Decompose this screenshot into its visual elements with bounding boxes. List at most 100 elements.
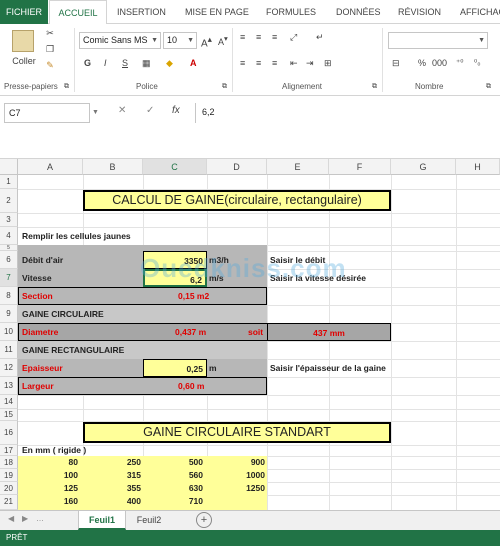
- align-bottom-icon[interactable]: ≡: [272, 32, 277, 42]
- row-header[interactable]: 9: [0, 305, 18, 323]
- row-header[interactable]: 12: [0, 359, 18, 377]
- gaine-circulaire-heading[interactable]: GAINE CIRCULAIRE: [22, 305, 104, 323]
- std-cell[interactable]: 560: [143, 469, 203, 482]
- diametre-label[interactable]: Diametre: [22, 323, 58, 341]
- row-header[interactable]: 1: [0, 175, 18, 189]
- add-sheet-button[interactable]: +: [196, 512, 212, 528]
- section-value[interactable]: 0,15 m2: [178, 287, 209, 305]
- font-size-select[interactable]: 10 ▼: [163, 32, 197, 49]
- tab-affichage[interactable]: AFFICHAGE: [460, 0, 500, 24]
- tab-revision[interactable]: RÉVISION: [398, 0, 441, 24]
- std-cell[interactable]: 630: [143, 482, 203, 495]
- shrink-font-icon[interactable]: A▾: [218, 34, 228, 47]
- std-cell[interactable]: 100: [18, 469, 78, 482]
- row-header[interactable]: 8: [0, 287, 18, 305]
- tab-fichier[interactable]: FICHIER: [0, 0, 48, 24]
- std-cell[interactable]: [207, 495, 265, 508]
- row-header[interactable]: 7: [0, 269, 18, 287]
- instruction-text[interactable]: Remplir les cellules jaunes: [22, 227, 131, 245]
- number-format-select[interactable]: ▼: [388, 32, 488, 49]
- std-cell[interactable]: 125: [18, 482, 78, 495]
- std-cell[interactable]: 400: [83, 495, 141, 508]
- align-left-icon[interactable]: ≡: [240, 58, 245, 68]
- dialog-launcher-icon[interactable]: ⧉: [372, 83, 377, 91]
- formula-input[interactable]: 6,2: [195, 103, 500, 123]
- align-right-icon[interactable]: ≡: [272, 58, 277, 68]
- col-header-a[interactable]: A: [18, 159, 83, 175]
- epaisseur-hint[interactable]: Saisir l'épaisseur de la gaine: [270, 359, 386, 377]
- mm-label[interactable]: En mm ( rigide ): [22, 445, 86, 456]
- row-header[interactable]: 10: [0, 323, 18, 341]
- row-header[interactable]: 21: [0, 495, 18, 510]
- borders-icon[interactable]: ▦: [142, 58, 151, 69]
- currency-icon[interactable]: ⊟: [392, 58, 400, 69]
- debit-label[interactable]: Débit d'air: [22, 251, 63, 269]
- underline-button[interactable]: S: [122, 58, 128, 68]
- std-cell[interactable]: 710: [143, 495, 203, 508]
- col-header-d[interactable]: D: [207, 159, 267, 175]
- tab-insertion[interactable]: INSERTION: [117, 0, 166, 24]
- section-label[interactable]: Section: [22, 287, 53, 305]
- row-header[interactable]: 16: [0, 421, 18, 445]
- tab-formules[interactable]: FORMULES: [266, 0, 316, 24]
- std-cell[interactable]: 500: [143, 456, 203, 469]
- outdent-icon[interactable]: ⇥: [306, 58, 314, 69]
- copy-icon[interactable]: ❐: [44, 44, 56, 55]
- col-header-e[interactable]: E: [267, 159, 329, 175]
- percent-button[interactable]: %: [418, 58, 426, 68]
- name-box[interactable]: C7: [4, 103, 90, 123]
- increase-decimal-icon[interactable]: ⁺⁰: [456, 58, 463, 67]
- std-cell[interactable]: 250: [83, 456, 141, 469]
- row-header[interactable]: 11: [0, 341, 18, 359]
- more-sheets-icon[interactable]: …: [36, 514, 44, 523]
- row-header[interactable]: 17: [0, 445, 18, 456]
- sheet-tab-feuil2[interactable]: Feuil2: [126, 511, 172, 530]
- font-color-icon[interactable]: A: [190, 58, 197, 68]
- tab-donnees[interactable]: DONNÉES: [336, 0, 381, 24]
- align-top-icon[interactable]: ≡: [240, 32, 245, 42]
- bold-button[interactable]: G: [84, 58, 91, 68]
- row-header[interactable]: 19: [0, 469, 18, 482]
- row-header[interactable]: 2: [0, 189, 18, 213]
- diametre-value[interactable]: 0,437 m: [175, 323, 206, 341]
- orientation-icon[interactable]: ⤢: [290, 32, 297, 43]
- row-header[interactable]: 15: [0, 409, 18, 421]
- sheet-title[interactable]: CALCUL DE GAINE(circulaire, rectangulair…: [83, 190, 391, 211]
- vitesse-label[interactable]: Vitesse: [22, 269, 52, 287]
- tab-accueil[interactable]: ACCUEIL: [49, 0, 107, 25]
- name-box-dropdown-icon[interactable]: ▼: [92, 109, 99, 116]
- diametre-mm[interactable]: 437 mm: [267, 323, 391, 341]
- paste-label[interactable]: Coller: [8, 56, 40, 66]
- col-header-h[interactable]: H: [456, 159, 500, 175]
- spreadsheet-grid[interactable]: A B C D E F G H 1 2 3 4 5 6 7 8 9 10 11 …: [0, 159, 500, 510]
- merge-icon[interactable]: ⊞: [324, 58, 332, 69]
- gaine-rectangulaire-heading[interactable]: GAINE RECTANGULAIRE: [22, 341, 124, 359]
- row-header[interactable]: 14: [0, 395, 18, 409]
- row-header[interactable]: 4: [0, 227, 18, 245]
- col-header-b[interactable]: B: [83, 159, 143, 175]
- italic-button[interactable]: I: [104, 58, 107, 68]
- largeur-label[interactable]: Largeur: [22, 377, 54, 395]
- std-cell[interactable]: 355: [83, 482, 141, 495]
- col-header-g[interactable]: G: [391, 159, 456, 175]
- row-header[interactable]: 20: [0, 482, 18, 495]
- enter-icon[interactable]: ✓: [146, 105, 154, 116]
- row-header[interactable]: 6: [0, 251, 18, 269]
- largeur-value[interactable]: 0,60 m: [178, 377, 204, 395]
- col-header-f[interactable]: F: [329, 159, 391, 175]
- std-cell[interactable]: 315: [83, 469, 141, 482]
- fill-color-icon[interactable]: ◆: [166, 58, 173, 69]
- align-middle-icon[interactable]: ≡: [256, 32, 261, 42]
- wrap-text-icon[interactable]: ↵: [316, 32, 324, 43]
- epaisseur-input[interactable]: 0,25: [143, 359, 207, 377]
- decrease-decimal-icon[interactable]: ⁰₀: [474, 58, 481, 67]
- std-cell[interactable]: 1250: [207, 482, 265, 495]
- insert-function-icon[interactable]: fx: [172, 105, 180, 116]
- align-center-icon[interactable]: ≡: [256, 58, 261, 68]
- row-header[interactable]: 13: [0, 377, 18, 395]
- std-cell[interactable]: 900: [207, 456, 265, 469]
- format-painter-icon[interactable]: ✎: [44, 60, 56, 71]
- indent-icon[interactable]: ⇤: [290, 58, 298, 69]
- epaisseur-label[interactable]: Epaisseur: [22, 359, 63, 377]
- paste-icon[interactable]: [12, 30, 34, 52]
